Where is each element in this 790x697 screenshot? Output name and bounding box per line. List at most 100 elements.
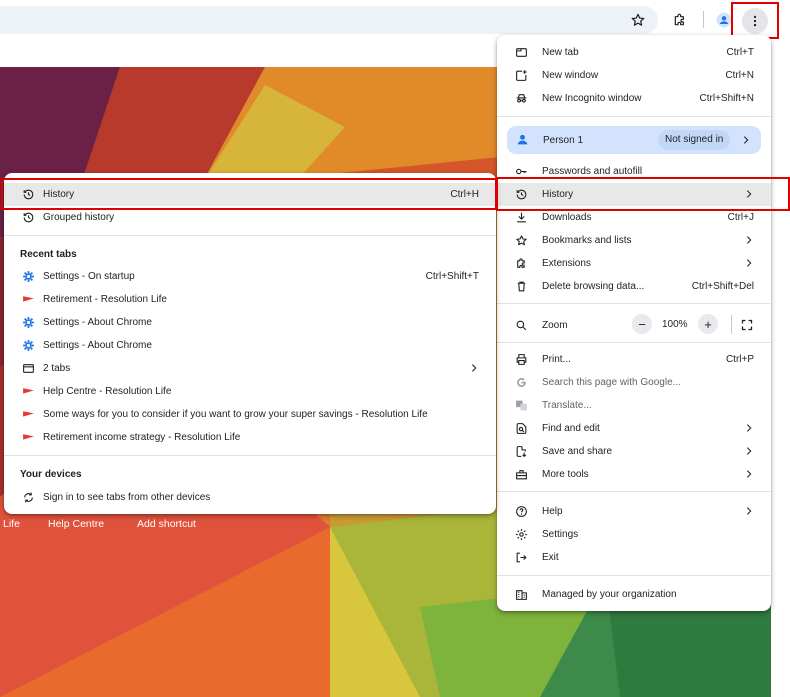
shortcut-label[interactable]: Life — [3, 518, 20, 530]
menu-item-label: Passwords and autofill — [542, 166, 643, 177]
history-icon — [515, 188, 528, 201]
print-icon — [515, 353, 528, 366]
chrome-main-menu: New tab Ctrl+T New window Ctrl+N New Inc… — [497, 35, 771, 611]
menu-item-label: History — [542, 189, 574, 200]
zoom-level: 100% — [662, 319, 688, 330]
settings-gear-icon — [22, 316, 35, 329]
menu-separator — [4, 455, 496, 456]
menu-item-label: Grouped history — [43, 212, 115, 223]
building-icon — [515, 588, 528, 601]
menu-item-label: Sign in to see tabs from other devices — [43, 492, 211, 503]
incognito-icon — [515, 92, 528, 105]
recent-tab-label: Retirement income strategy - Resolution … — [43, 432, 241, 443]
more-vert-icon[interactable] — [742, 7, 768, 34]
recent-tab-item[interactable]: 2 tabs — [4, 357, 496, 380]
menu-separator — [497, 575, 771, 576]
menu-item-save-share[interactable]: Save and share — [497, 440, 771, 463]
address-bar[interactable] — [0, 6, 658, 34]
profile-row[interactable]: Person 1 Not signed in — [507, 126, 761, 154]
shortcut-text: Ctrl+N — [725, 70, 754, 81]
menu-item-passwords[interactable]: Passwords and autofill — [497, 160, 771, 183]
resolution-flag-icon — [22, 293, 35, 306]
recent-tab-item[interactable]: Some ways for you to consider if you wan… — [4, 403, 496, 426]
gear-icon — [515, 528, 528, 541]
menu-item-exit[interactable]: Exit — [497, 546, 771, 569]
zoom-divider — [731, 315, 732, 334]
menu-item-new-window[interactable]: New window Ctrl+N — [497, 64, 771, 87]
menu-item-extensions[interactable]: Extensions — [497, 252, 771, 275]
menu-item-find-edit[interactable]: Find and edit — [497, 417, 771, 440]
help-icon — [515, 505, 528, 518]
chevron-right-icon — [744, 469, 754, 479]
menu-item-print[interactable]: Print... Ctrl+P — [497, 348, 771, 371]
recent-tab-item[interactable]: Retirement income strategy - Resolution … — [4, 426, 496, 449]
submenu-item-history[interactable]: History Ctrl+H — [4, 183, 496, 206]
menu-item-label: More tools — [542, 469, 589, 480]
menu-item-new-tab[interactable]: New tab Ctrl+T — [497, 41, 771, 64]
menu-item-downloads[interactable]: Downloads Ctrl+J — [497, 206, 771, 229]
recent-tab-label: Help Centre - Resolution Life — [43, 386, 172, 397]
menu-item-bookmarks[interactable]: Bookmarks and lists — [497, 229, 771, 252]
recent-tabs-heading: Recent tabs — [20, 249, 77, 260]
recent-tab-label: Some ways for you to consider if you wan… — [43, 409, 428, 420]
menu-item-more-tools[interactable]: More tools — [497, 463, 771, 486]
menu-item-translate[interactable]: Translate... — [497, 394, 771, 417]
shortcut-label[interactable]: Help Centre — [48, 518, 104, 530]
star-icon[interactable] — [627, 9, 649, 31]
chevron-right-icon — [744, 506, 754, 516]
recent-tab-item[interactable]: Settings - About Chrome — [4, 311, 496, 334]
translate-icon — [515, 399, 528, 412]
menu-item-settings[interactable]: Settings — [497, 523, 771, 546]
chevron-right-icon — [744, 258, 754, 268]
menu-item-label: Help — [542, 506, 563, 517]
menu-item-label: Managed by your organization — [542, 589, 677, 600]
menu-item-managed[interactable]: Managed by your organization — [497, 583, 771, 606]
fullscreen-icon[interactable] — [741, 319, 753, 331]
extensions-icon[interactable] — [669, 9, 691, 31]
toolbar-divider — [703, 11, 704, 28]
toolbox-icon — [515, 468, 528, 481]
menu-item-label: Print... — [542, 354, 571, 365]
shortcut-text: Ctrl+Shift+N — [699, 93, 754, 104]
your-devices-heading: Your devices — [20, 469, 82, 480]
sign-in-status-badge[interactable]: Not signed in — [658, 130, 731, 150]
menu-item-label: Settings — [542, 529, 579, 540]
add-shortcut-label[interactable]: Add shortcut — [137, 518, 196, 530]
recent-tab-item[interactable]: Settings - On startup Ctrl+Shift+T — [4, 265, 496, 288]
menu-item-label: New Incognito window — [542, 93, 642, 104]
menu-item-history[interactable]: History — [497, 183, 771, 206]
more-menu-button-highlight[interactable] — [731, 2, 779, 39]
menu-item-incognito[interactable]: New Incognito window Ctrl+Shift+N — [497, 87, 771, 110]
menu-separator — [4, 235, 496, 236]
submenu-item-sign-in-devices[interactable]: Sign in to see tabs from other devices — [4, 486, 496, 509]
recent-tab-item[interactable]: Settings - About Chrome — [4, 334, 496, 357]
menu-item-help[interactable]: Help — [497, 500, 771, 523]
new-window-icon — [515, 69, 528, 82]
trash-icon — [515, 280, 528, 293]
chevron-right-icon — [744, 446, 754, 456]
menu-item-label: Zoom — [542, 320, 568, 331]
recent-tab-item[interactable]: Help Centre - Resolution Life — [4, 380, 496, 403]
submenu-item-grouped-history[interactable]: Grouped history — [4, 206, 496, 229]
zoom-in-button[interactable]: + — [698, 314, 718, 334]
menu-item-search-google[interactable]: Search this page with Google... — [497, 371, 771, 394]
zoom-icon — [515, 319, 528, 332]
menu-item-label: Bookmarks and lists — [542, 235, 632, 246]
menu-item-delete-browsing-data[interactable]: Delete browsing data... Ctrl+Shift+Del — [497, 275, 771, 298]
menu-separator — [497, 303, 771, 304]
recent-tab-label: Retirement - Resolution Life — [43, 294, 167, 305]
menu-separator — [497, 491, 771, 492]
extensions-icon — [515, 257, 528, 270]
settings-gear-icon — [22, 270, 35, 283]
menu-item-zoom: Zoom − 100% + — [497, 311, 771, 339]
menu-item-label: Search this page with Google... — [542, 377, 681, 388]
find-in-page-icon — [515, 422, 528, 435]
recent-tab-item[interactable]: Retirement - Resolution Life — [4, 288, 496, 311]
zoom-out-button[interactable]: − — [632, 314, 652, 334]
menu-item-label: Exit — [542, 552, 559, 563]
chevron-right-icon — [744, 235, 754, 245]
shortcut-text: Ctrl+H — [450, 189, 479, 200]
menu-item-label: Translate... — [542, 400, 592, 411]
menu-separator — [497, 342, 771, 343]
person-icon — [516, 133, 529, 146]
